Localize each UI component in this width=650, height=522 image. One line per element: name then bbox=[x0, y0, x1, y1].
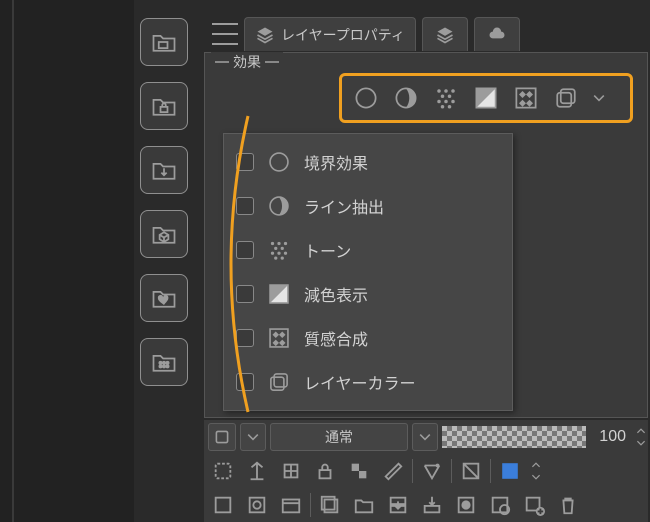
layer-icon-row-1 bbox=[204, 454, 648, 488]
menu-icon[interactable] bbox=[212, 23, 238, 45]
palette-icon[interactable] bbox=[417, 456, 447, 486]
opacity-value: 100 bbox=[590, 428, 630, 446]
tab-extra-2[interactable] bbox=[474, 17, 520, 51]
new-folder-icon[interactable] bbox=[349, 490, 379, 520]
layer-thumb-dropdown[interactable] bbox=[240, 423, 266, 451]
draft-layer-icon[interactable] bbox=[276, 456, 306, 486]
ruler-icon[interactable] bbox=[378, 456, 408, 486]
layer-icon-row-2 bbox=[204, 488, 648, 522]
effect-checkbox[interactable] bbox=[236, 197, 254, 215]
square-icon bbox=[214, 429, 230, 445]
toolbar-expand-chevron[interactable] bbox=[588, 80, 610, 116]
separator bbox=[451, 459, 452, 483]
layer-color-icon bbox=[264, 367, 294, 397]
new-raster-layer-icon[interactable] bbox=[208, 490, 238, 520]
effect-label: 境界効果 bbox=[304, 150, 368, 174]
sphere-shade-icon bbox=[264, 191, 294, 221]
apply-mask-icon[interactable] bbox=[485, 490, 515, 520]
effect-label: トーン bbox=[304, 238, 351, 262]
effect-checkbox[interactable] bbox=[236, 241, 254, 259]
transfer-down-icon[interactable] bbox=[383, 490, 413, 520]
tab-layer-properties[interactable]: レイヤープロパティ bbox=[244, 17, 416, 51]
effect-label: ライン抽出 bbox=[304, 194, 384, 218]
sidebar-item-folder-download[interactable] bbox=[140, 146, 188, 194]
chevron-down-icon bbox=[417, 429, 433, 445]
cloud-icon bbox=[487, 25, 507, 45]
effect-label: 質感合成 bbox=[304, 326, 368, 350]
sidebar-item-folder-3d[interactable] bbox=[140, 210, 188, 258]
clip-mask-icon[interactable] bbox=[208, 456, 238, 486]
left-dark-column bbox=[0, 0, 134, 522]
layer-mask-icon[interactable] bbox=[451, 490, 481, 520]
delete-layer-icon[interactable] bbox=[553, 490, 583, 520]
blend-mode-dropdown[interactable] bbox=[412, 423, 438, 451]
effect-quick-toolbar bbox=[339, 73, 633, 123]
effects-dropdown: 境界効果 ライン抽出 トーン 減色表示 質感合成 レイヤーカラー bbox=[223, 133, 513, 411]
toolbar-tone-icon[interactable] bbox=[428, 80, 464, 116]
separator bbox=[412, 459, 413, 483]
effect-item-layer-color[interactable]: レイヤーカラー bbox=[224, 360, 512, 404]
effects-legend: 効果 bbox=[211, 52, 283, 72]
blend-mode-label: 通常 bbox=[325, 427, 353, 447]
texture-icon bbox=[264, 323, 294, 353]
effect-checkbox[interactable] bbox=[236, 285, 254, 303]
reduce-color-icon bbox=[264, 279, 294, 309]
effect-checkbox[interactable] bbox=[236, 329, 254, 347]
new-vector-layer-icon[interactable] bbox=[242, 490, 272, 520]
effect-item-border[interactable]: 境界効果 bbox=[224, 140, 512, 184]
toolbar-texture-icon[interactable] bbox=[508, 80, 544, 116]
opacity-slider[interactable] bbox=[442, 426, 586, 448]
effect-checkbox[interactable] bbox=[236, 373, 254, 391]
blend-mode-select[interactable]: 通常 bbox=[270, 423, 408, 451]
merge-down-icon[interactable] bbox=[417, 490, 447, 520]
border-outline-icon bbox=[264, 147, 294, 177]
separator bbox=[490, 459, 491, 483]
effect-label: レイヤーカラー bbox=[304, 370, 416, 394]
toolbar-border-outline-icon[interactable] bbox=[348, 80, 384, 116]
effect-label: 減色表示 bbox=[304, 282, 368, 306]
tool-sidebar bbox=[140, 18, 200, 386]
sidebar-item-folder-lock[interactable] bbox=[140, 82, 188, 130]
lock-transparent-icon[interactable] bbox=[344, 456, 374, 486]
layers-search-icon bbox=[435, 25, 455, 45]
effect-item-tone[interactable]: トーン bbox=[224, 228, 512, 272]
layers-stack-icon bbox=[255, 25, 275, 45]
mask-disable-icon[interactable] bbox=[456, 456, 486, 486]
effect-item-texture[interactable]: 質感合成 bbox=[224, 316, 512, 360]
layer-thumb-button[interactable] bbox=[208, 423, 236, 451]
new-layer-icon[interactable] bbox=[315, 490, 345, 520]
topbar: レイヤープロパティ bbox=[212, 14, 648, 54]
toolbar-sphere-shade-icon[interactable] bbox=[388, 80, 424, 116]
new-frame-folder-icon[interactable] bbox=[276, 490, 306, 520]
separator bbox=[310, 493, 311, 517]
stepper-up-icon[interactable] bbox=[529, 459, 543, 471]
stepper-up-icon[interactable] bbox=[634, 425, 648, 437]
layers-top-row: 通常 100 bbox=[204, 420, 648, 454]
tab-label: レイヤープロパティ bbox=[281, 25, 405, 45]
effect-checkbox[interactable] bbox=[236, 153, 254, 171]
layer-color-swatch[interactable] bbox=[495, 456, 525, 486]
stepper-down-icon[interactable] bbox=[529, 471, 543, 483]
reference-layer-icon[interactable] bbox=[242, 456, 272, 486]
stepper-down-icon[interactable] bbox=[634, 437, 648, 449]
toolbar-reduce-color-icon[interactable] bbox=[468, 80, 504, 116]
effect-item-line-extract[interactable]: ライン抽出 bbox=[224, 184, 512, 228]
layers-panel: 通常 100 bbox=[204, 420, 648, 522]
sidebar-item-folder-heart[interactable] bbox=[140, 274, 188, 322]
chevron-down-icon bbox=[245, 429, 261, 445]
tab-extra-1[interactable] bbox=[422, 17, 468, 51]
effect-item-reduce-color[interactable]: 減色表示 bbox=[224, 272, 512, 316]
lock-layer-icon[interactable] bbox=[310, 456, 340, 486]
add-mask-icon[interactable] bbox=[519, 490, 549, 520]
effects-panel: 効果 境界効果 ライン抽出 トーン 減色表示 bbox=[204, 52, 648, 418]
tone-icon bbox=[264, 235, 294, 265]
sidebar-item-folder-grid[interactable] bbox=[140, 338, 188, 386]
toolbar-layer-color-icon[interactable] bbox=[548, 80, 584, 116]
effects-legend-label: 効果 bbox=[233, 52, 261, 72]
sidebar-item-folder-image[interactable] bbox=[140, 18, 188, 66]
